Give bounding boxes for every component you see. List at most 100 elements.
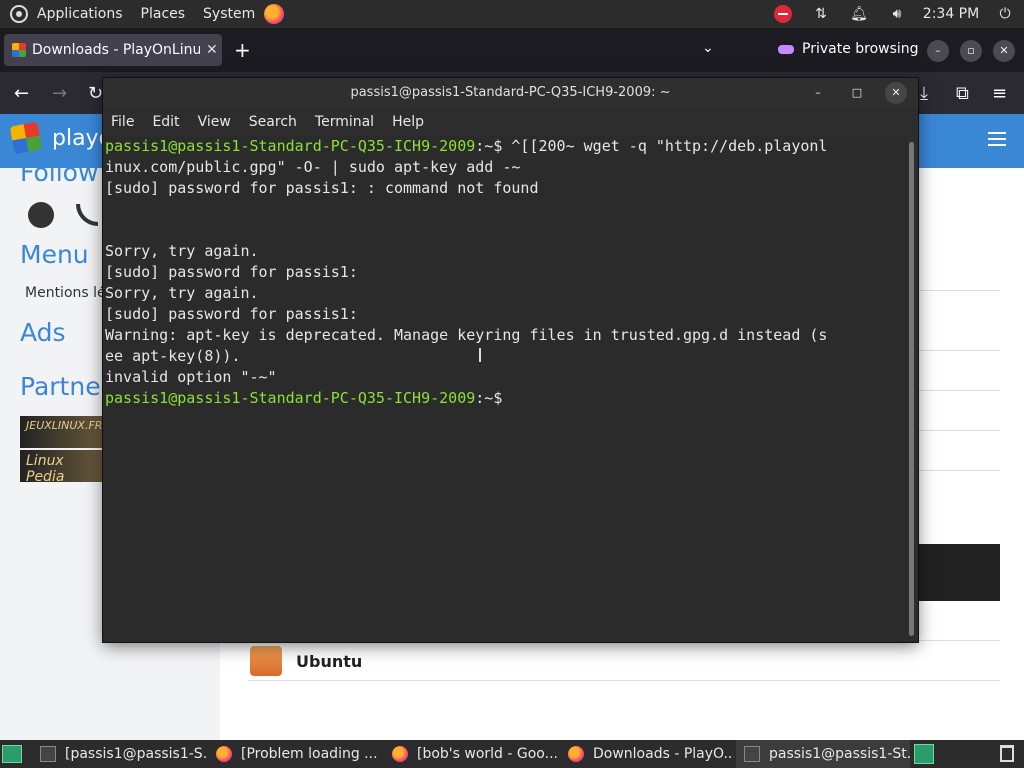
menu-heading: Menu (20, 240, 89, 269)
firefox-icon (392, 746, 408, 762)
terminal-line: [sudo] password for passis1: (105, 262, 906, 283)
divider (918, 350, 1000, 351)
terminal-scrollbar[interactable] (909, 142, 914, 636)
legal-mentions-link[interactable]: Mentions lé (25, 285, 106, 301)
forward-arrow-icon[interactable]: → (52, 83, 67, 104)
terminal-close-button[interactable]: ✕ (885, 82, 907, 104)
private-browsing-indicator: Private browsing (778, 41, 919, 57)
terminal-line: Sorry, try again. (105, 241, 906, 262)
text-cursor-icon (479, 348, 481, 362)
task-label: passis1@passis1-St... (769, 746, 910, 762)
tab-downloads-playonlinux[interactable]: Downloads - PlayOnLinux ✕ (4, 34, 222, 66)
close-tab-icon[interactable]: ✕ (206, 42, 218, 58)
terminal-prompt: passis1@passis1-Standard-PC-Q35-ICH9-200… (105, 389, 476, 407)
terminal-line-text: [sudo] password for passis1: (105, 263, 358, 281)
tab-title: Downloads - PlayOnLinux (32, 42, 200, 58)
terminal-line-text: Sorry, try again. (105, 284, 259, 302)
close-window-button[interactable]: ✕ (993, 40, 1015, 62)
terminal-output[interactable]: passis1@passis1-Standard-PC-Q35-ICH9-200… (103, 136, 908, 642)
menu-edit[interactable]: Edit (152, 114, 179, 130)
panel-menus: Applications Places System (28, 0, 264, 28)
terminal-line: [sudo] password for passis1: (105, 304, 906, 325)
task-label: [Problem loading ... (241, 746, 378, 762)
task-terminal-2[interactable]: passis1@passis1-St... (736, 740, 910, 768)
terminal-window[interactable]: passis1@passis1-Standard-PC-Q35-ICH9-200… (103, 78, 918, 642)
terminal-icon (744, 746, 760, 762)
places-menu[interactable]: Places (132, 0, 195, 28)
distro-row-ubuntu[interactable]: Ubuntu (250, 646, 362, 676)
menu-search[interactable]: Search (249, 114, 297, 130)
terminal-minimize-button[interactable]: – (807, 82, 829, 104)
extensions-icon[interactable]: ⧉ (956, 83, 969, 104)
top-panel: Applications Places System ⇅ 🔔︎ 🔊︎ 2:34 … (0, 0, 1024, 28)
follow-heading: Follow (20, 158, 99, 187)
playonlinux-favicon-icon (12, 43, 26, 57)
system-menu[interactable]: System (194, 0, 264, 28)
github-icon[interactable] (28, 202, 54, 228)
new-tab-button[interactable]: + (234, 40, 251, 60)
divider (918, 470, 1000, 471)
terminal-maximize-button[interactable]: □ (846, 82, 868, 104)
terminal-line-text: :~$ ^[[200~ wget -q "http://deb.playonl (475, 137, 828, 155)
terminal-line: ee apt-key(8)). (105, 346, 906, 367)
minimize-button[interactable]: – (927, 40, 949, 62)
task-label: Downloads - PlayO... (593, 746, 734, 762)
volume-icon[interactable]: 🔊︎ (878, 6, 916, 22)
workspace-switcher-icon[interactable] (914, 744, 934, 764)
playonlinux-logo-icon[interactable] (9, 121, 43, 155)
terminal-line-text: [sudo] password for passis1: : command n… (105, 179, 539, 197)
notification-block-icon[interactable] (764, 5, 802, 23)
clock[interactable]: 2:34 PM (916, 6, 986, 22)
private-mask-icon (778, 44, 794, 54)
divider (918, 290, 1000, 291)
partner-banner-jeuxlinux[interactable]: JEUXLINUX.FR (20, 416, 104, 448)
ubuntu-package-icon (250, 646, 282, 676)
terminal-line: Sorry, try again. (105, 283, 906, 304)
app-menu-icon[interactable]: ≡ (992, 83, 1007, 104)
partner-banner-linuxpedia[interactable]: Linux Pedia (20, 450, 104, 482)
task-label: [passis1@passis1-S... (65, 746, 206, 762)
terminal-titlebar[interactable]: passis1@passis1-Standard-PC-Q35-ICH9-200… (103, 78, 918, 108)
trash-icon[interactable] (1000, 745, 1014, 762)
menu-terminal[interactable]: Terminal (315, 114, 374, 130)
terminal-line: Warning: apt-key is deprecated. Manage k… (105, 325, 906, 346)
reload-icon[interactable]: ↻ (88, 83, 103, 104)
terminal-line-text: Sorry, try again. (105, 242, 259, 260)
distro-label: Ubuntu (296, 651, 363, 671)
divider (248, 680, 1000, 681)
rss-icon[interactable] (76, 204, 98, 226)
task-firefox-problem[interactable]: [Problem loading ... (208, 740, 382, 768)
bottom-taskbar: [passis1@passis1-S... [Problem loading .… (0, 740, 1024, 768)
ads-heading: Ads (20, 318, 66, 347)
back-arrow-icon[interactable]: ← (14, 83, 29, 104)
downloads-icon[interactable]: ⤓ (920, 83, 928, 104)
bell-icon[interactable]: 🔔︎ (840, 6, 878, 22)
show-desktop-icon[interactable] (2, 745, 22, 763)
menu-help[interactable]: Help (392, 114, 424, 130)
divider (918, 430, 1000, 431)
task-firefox-downloads[interactable]: Downloads - PlayO... (560, 740, 734, 768)
terminal-line (105, 220, 906, 241)
dark-panel (918, 544, 1000, 601)
task-firefox-bobs-world[interactable]: [bob's world - Goo... (384, 740, 558, 768)
site-menu-icon[interactable] (988, 132, 1006, 150)
terminal-line-text (105, 221, 114, 239)
applications-menu[interactable]: Applications (28, 0, 132, 28)
terminal-line: passis1@passis1-Standard-PC-Q35-ICH9-200… (105, 136, 906, 157)
divider (918, 390, 1000, 391)
task-label: [bob's world - Goo... (417, 746, 558, 762)
network-icon[interactable]: ⇅ (802, 6, 840, 22)
maximize-button[interactable]: ▫ (960, 40, 982, 62)
task-terminal-1[interactable]: [passis1@passis1-S... (32, 740, 206, 768)
firefox-launcher-icon[interactable] (264, 4, 285, 24)
power-icon[interactable]: ⏻ (986, 6, 1024, 22)
ubuntu-logo-icon[interactable] (10, 5, 28, 23)
terminal-line-text: [sudo] password for passis1: (105, 305, 358, 323)
menu-file[interactable]: File (111, 114, 134, 130)
firefox-icon (216, 746, 232, 762)
terminal-line-text: :~$ (475, 389, 512, 407)
menu-view[interactable]: View (198, 114, 231, 130)
terminal-line: invalid option "-~" (105, 367, 906, 388)
tab-list-chevron-icon[interactable]: ⌄ (702, 40, 714, 56)
terminal-line: passis1@passis1-Standard-PC-Q35-ICH9-200… (105, 388, 906, 409)
